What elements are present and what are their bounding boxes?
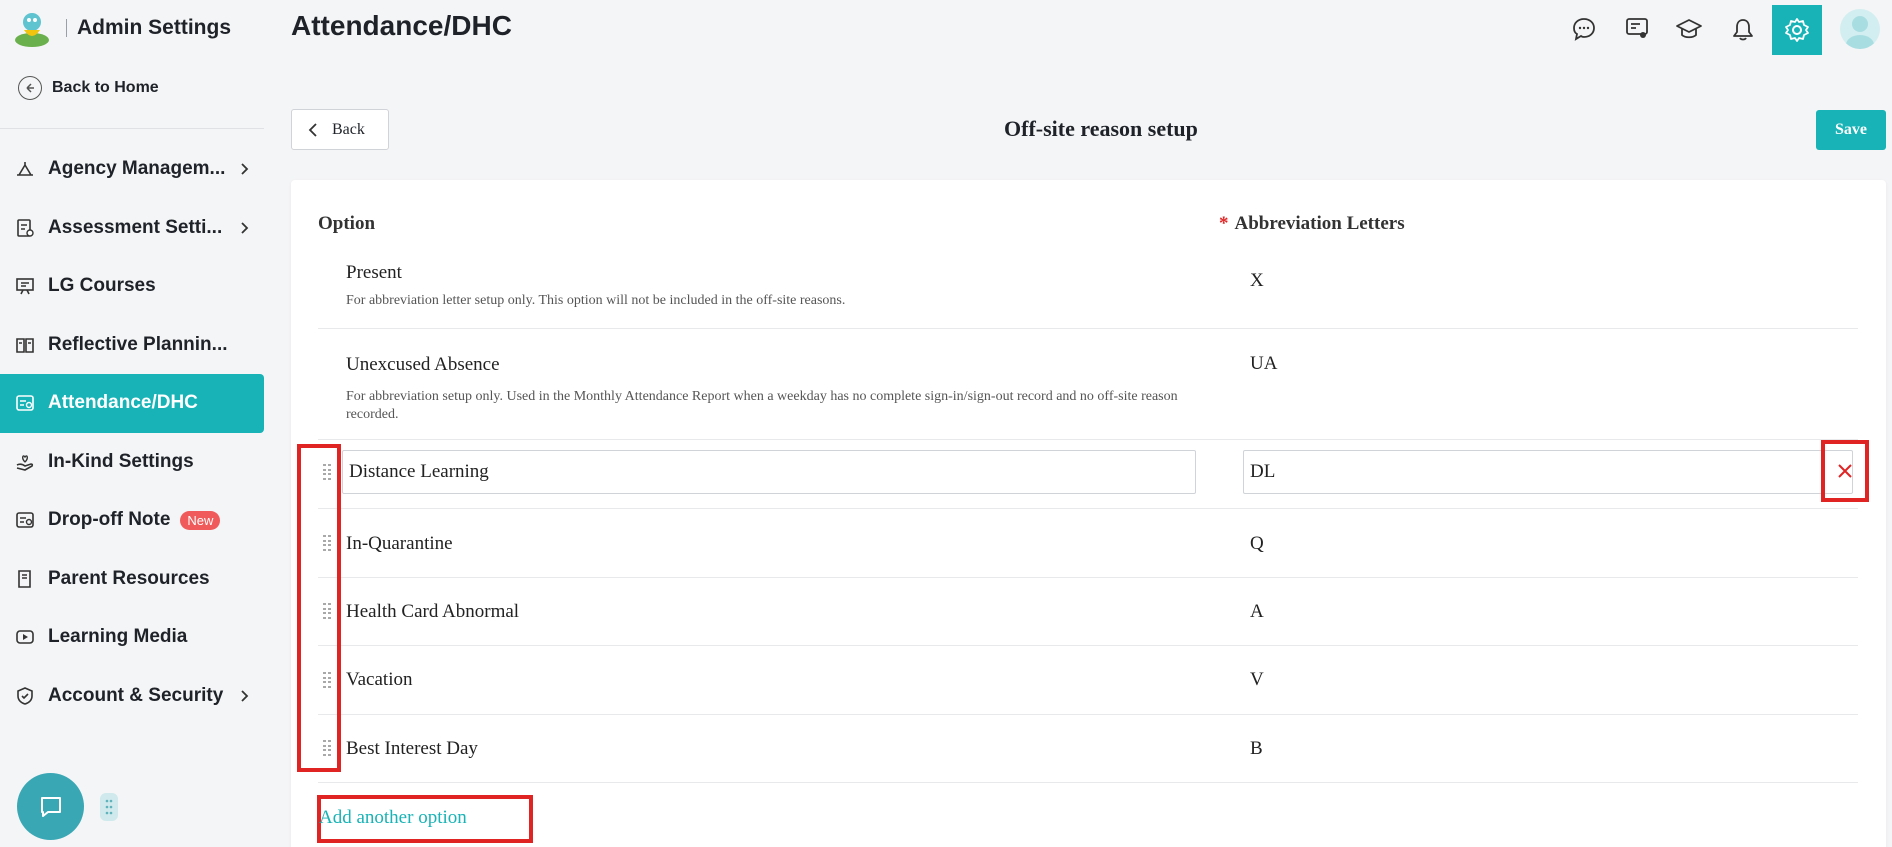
sidebar-item-label: Attendance/DHC (48, 392, 198, 414)
back-button[interactable]: Back (291, 109, 389, 150)
sidebar-item-reflective-planning[interactable]: Reflective Plannin... (0, 316, 264, 375)
option-row: Best Interest Day B (318, 715, 1858, 783)
option-name: Best Interest Day (346, 738, 478, 759)
assessment-icon (14, 217, 36, 239)
option-abbreviation: B (1250, 738, 1263, 759)
gear-icon (1785, 18, 1809, 42)
sidebar-item-label: Reflective Plannin... (48, 333, 228, 355)
drag-handles-highlight (297, 444, 341, 772)
notifications-button[interactable] (1729, 16, 1757, 44)
messages-button[interactable] (1570, 15, 1598, 43)
sidebar-item-label: Drop-off Note (48, 509, 171, 531)
sidebar-nav: Agency Managem... Assessment Setti... LG… (0, 140, 264, 725)
option-abbreviation: A (1250, 601, 1264, 622)
sidebar-item-in-kind-settings[interactable]: In-Kind Settings (0, 433, 264, 492)
bell-icon (1733, 19, 1753, 41)
avatar-icon (1846, 16, 1874, 49)
option-row: Vacation V (318, 646, 1858, 715)
planning-icon (14, 334, 36, 356)
option-row: In-Quarantine Q (318, 509, 1858, 578)
option-name: Unexcused Absence (346, 354, 500, 375)
sidebar-item-attendance-dhc[interactable]: Attendance/DHC (0, 374, 264, 433)
sidebar-item-label: In-Kind Settings (48, 450, 194, 472)
brand: Admin Settings (12, 8, 231, 48)
sidebar-item-agency-management[interactable]: Agency Managem... (0, 140, 264, 199)
option-row-present: Present For abbreviation letter setup on… (318, 260, 1858, 329)
option-name: In-Quarantine (346, 533, 453, 554)
option-abbreviation: Q (1250, 533, 1264, 554)
sidebar-item-learning-media[interactable]: Learning Media (0, 608, 264, 667)
app-title: Admin Settings (77, 16, 232, 39)
sidebar-divider (0, 128, 264, 129)
sidebar-item-account-security[interactable]: Account & Security (0, 667, 264, 726)
close-icon (1838, 464, 1852, 478)
option-name: Vacation (346, 669, 413, 690)
add-another-option-link[interactable]: Add another option (319, 807, 467, 829)
chevron-right-icon (241, 163, 249, 175)
sidebar-item-label: Agency Managem... (48, 158, 226, 180)
delete-option-button[interactable] (1821, 440, 1869, 502)
section-title: Off-site reason setup (1004, 116, 1198, 141)
option-abbreviation: UA (1250, 353, 1278, 374)
chevron-right-icon (241, 222, 249, 234)
courses-icon (14, 275, 36, 297)
dropoff-icon (14, 509, 36, 531)
courses-header-button[interactable] (1675, 15, 1703, 43)
back-to-home-link[interactable]: Back to Home (18, 76, 159, 100)
inkind-icon (14, 451, 36, 473)
sidebar: Admin Settings Back to Home Agency Manag… (0, 0, 264, 847)
app-logo-icon (15, 13, 49, 47)
options-card: Option * Abbreviation Letters Present For… (291, 180, 1886, 847)
option-name: Present (346, 262, 402, 283)
drag-dots-icon (105, 799, 113, 815)
user-avatar[interactable] (1840, 9, 1880, 49)
option-name-input[interactable]: Distance Learning (342, 450, 1196, 494)
brand-separator (66, 19, 67, 37)
option-description: For abbreviation setup only. Used in the… (346, 389, 1178, 422)
sidebar-item-label: Assessment Setti... (48, 216, 223, 238)
settings-button[interactable] (1772, 5, 1822, 55)
back-to-home-label: Back to Home (52, 79, 159, 96)
option-abbreviation: V (1250, 669, 1264, 690)
chevron-right-icon (241, 690, 249, 702)
option-row: Health Card Abnormal A (318, 578, 1858, 646)
chat-bubble-icon (1573, 18, 1595, 41)
chat-icon (40, 796, 61, 817)
sidebar-item-label: LG Courses (48, 275, 156, 297)
sidebar-item-assessment-settings[interactable]: Assessment Setti... (0, 199, 264, 258)
chat-fab-button[interactable] (17, 773, 84, 840)
sidebar-item-lg-courses[interactable]: LG Courses (0, 257, 264, 316)
presentation-icon (1626, 18, 1648, 38)
presentation-button[interactable] (1623, 15, 1651, 43)
sidebar-item-label: Account & Security (48, 684, 224, 706)
attendance-icon (14, 392, 36, 414)
agency-icon (14, 158, 36, 180)
save-button[interactable]: Save (1816, 110, 1886, 150)
option-name: Health Card Abnormal (346, 601, 520, 622)
sidebar-item-label: Learning Media (48, 626, 188, 648)
graduation-cap-icon (1676, 19, 1702, 39)
sidebar-item-drop-off-note[interactable]: Drop-off Note New (0, 491, 264, 550)
shield-icon (14, 685, 36, 707)
drag-handle-button[interactable] (100, 793, 118, 821)
column-header-abbreviation-label: Abbreviation Letters (1234, 213, 1405, 234)
back-arrow-icon (18, 76, 42, 100)
page-title: Attendance/DHC (291, 10, 512, 41)
sidebar-item-label: Parent Resources (48, 567, 210, 589)
abbreviation-input[interactable]: DL (1243, 450, 1853, 494)
required-asterisk: * (1219, 213, 1229, 234)
option-abbreviation: X (1250, 270, 1264, 291)
chevron-left-icon (308, 122, 317, 137)
resources-icon (14, 568, 36, 590)
option-row-editing: Distance Learning DL (318, 440, 1858, 509)
back-button-label: Back (332, 120, 365, 138)
column-header-abbreviation: * Abbreviation Letters (1219, 213, 1405, 235)
media-icon (14, 626, 36, 648)
new-badge: New (180, 510, 221, 530)
option-row-unexcused-absence: Unexcused Absence For abbreviation setup… (318, 329, 1858, 440)
option-description: For abbreviation letter setup only. This… (346, 293, 846, 308)
sidebar-item-parent-resources[interactable]: Parent Resources (0, 550, 264, 609)
column-header-option: Option (318, 213, 376, 234)
